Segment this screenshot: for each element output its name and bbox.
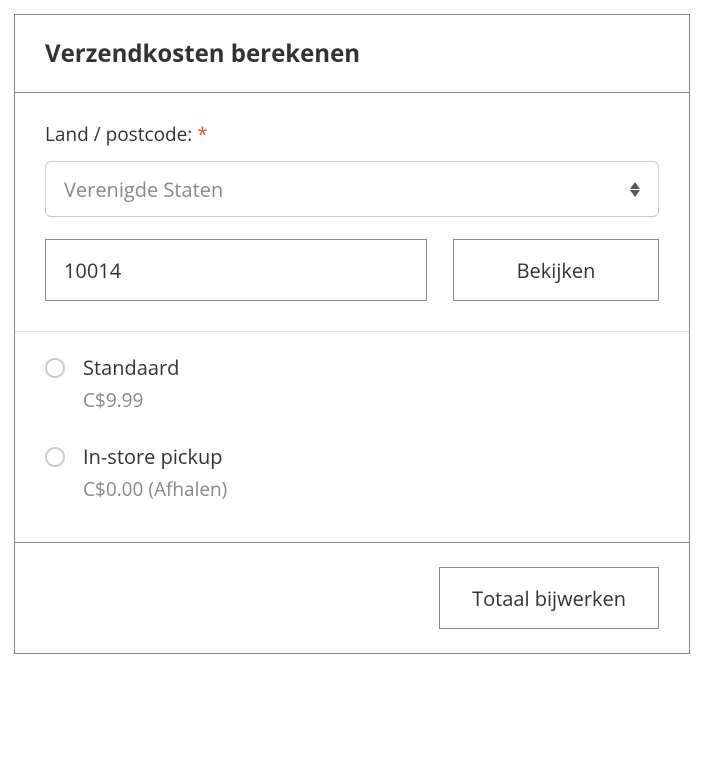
shipping-option-label: Standaard C$9.99 — [83, 354, 179, 413]
shipping-option-price: C$0.00 (Afhalen) — [83, 476, 227, 502]
postcode-input[interactable] — [45, 239, 427, 301]
shipping-options: Standaard C$9.99 In-store pickup C$0.00 … — [15, 332, 689, 543]
shipping-option-price: C$9.99 — [83, 387, 179, 413]
radio-icon[interactable] — [45, 358, 65, 378]
panel-footer: Totaal bijwerken — [15, 543, 689, 653]
shipping-calculator-panel: Verzendkosten berekenen Land / postcode:… — [14, 14, 690, 654]
shipping-option[interactable]: In-store pickup C$0.00 (Afhalen) — [45, 443, 659, 502]
label-text: Land / postcode: — [45, 121, 192, 147]
postcode-row: Bekijken — [45, 239, 659, 301]
shipping-option-title: In-store pickup — [83, 443, 227, 470]
panel-title: Verzendkosten berekenen — [45, 37, 659, 70]
country-postcode-label: Land / postcode: * — [45, 121, 659, 147]
required-asterisk: * — [197, 121, 207, 147]
shipping-option[interactable]: Standaard C$9.99 — [45, 354, 659, 413]
shipping-option-label: In-store pickup C$0.00 (Afhalen) — [83, 443, 227, 502]
country-select-value: Verenigde Staten — [64, 176, 223, 203]
panel-header: Verzendkosten berekenen — [15, 15, 689, 93]
select-arrows-icon — [630, 182, 640, 197]
country-select[interactable]: Verenigde Staten — [45, 161, 659, 217]
shipping-option-title: Standaard — [83, 354, 179, 381]
country-select-wrap: Verenigde Staten — [45, 161, 659, 217]
radio-icon[interactable] — [45, 447, 65, 467]
update-total-button[interactable]: Totaal bijwerken — [439, 567, 659, 629]
panel-body: Land / postcode: * Verenigde Staten Beki… — [15, 93, 689, 332]
lookup-button[interactable]: Bekijken — [453, 239, 659, 301]
